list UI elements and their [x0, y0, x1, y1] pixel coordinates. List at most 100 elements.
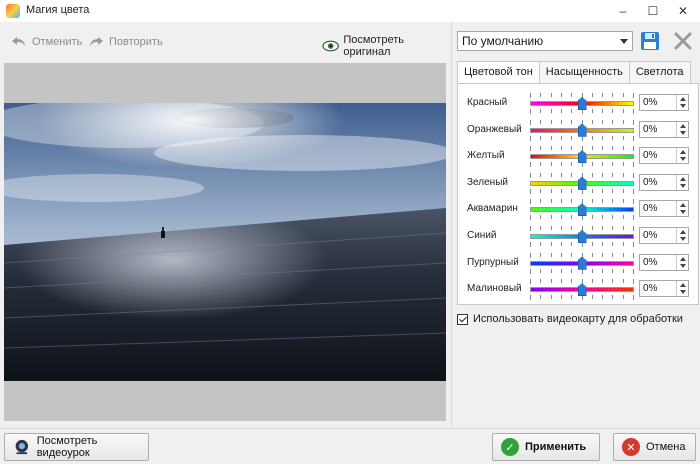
undo-label: Отменить — [32, 36, 83, 48]
spin-up-icon[interactable] — [680, 203, 686, 208]
redo-button[interactable]: Повторить — [87, 34, 163, 50]
spin-down-icon[interactable] — [680, 263, 686, 268]
spin-buttons[interactable] — [676, 148, 688, 164]
adjustment-slider[interactable] — [530, 146, 634, 168]
value-spinbox[interactable]: 0% — [639, 200, 689, 218]
delete-preset-icon[interactable] — [673, 31, 693, 51]
maximize-button[interactable]: ☐ — [638, 0, 668, 22]
value-spinbox[interactable]: 0% — [639, 120, 689, 138]
value-text: 0% — [643, 150, 658, 162]
adjustment-label: Пурпурный — [467, 256, 519, 268]
chevron-down-icon — [620, 39, 628, 44]
spin-buttons[interactable] — [676, 228, 688, 243]
tab-saturation[interactable]: Насыщенность — [538, 61, 630, 83]
view-original-label: Посмотреть оригинал — [343, 34, 404, 58]
title-bar: Магия цвета – ☐ ✕ — [0, 0, 700, 22]
value-spinbox[interactable]: 0% — [639, 227, 689, 244]
adjustment-slider[interactable] — [530, 226, 634, 247]
preset-value: По умолчанию — [462, 34, 544, 48]
value-text: 0% — [643, 230, 658, 241]
slider-thumb[interactable] — [577, 123, 587, 137]
watch-video-label: Посмотреть видеоурок — [36, 435, 98, 459]
undo-button[interactable]: Отменить — [10, 34, 82, 50]
spin-up-icon[interactable] — [680, 256, 686, 261]
cancel-button[interactable]: ✕ Отмена — [613, 433, 696, 461]
adjustment-slider[interactable] — [530, 279, 634, 301]
spin-buttons[interactable] — [676, 201, 688, 217]
adjustment-row: Зеленый 0% — [458, 170, 700, 196]
spin-up-icon[interactable] — [680, 283, 686, 288]
spin-buttons[interactable] — [676, 174, 688, 190]
undo-icon — [12, 37, 25, 47]
tab-lightness[interactable]: Светлота — [628, 61, 691, 83]
value-text: 0% — [643, 176, 658, 188]
adjustment-label: Желтый — [467, 150, 505, 162]
adjustment-slider[interactable] — [530, 199, 634, 221]
spin-down-icon[interactable] — [680, 130, 686, 135]
slider-thumb[interactable] — [577, 97, 587, 110]
adjustment-label: Оранжевый — [467, 123, 522, 135]
spin-buttons[interactable] — [676, 95, 688, 110]
spin-up-icon[interactable] — [680, 176, 686, 181]
apply-label: Применить — [525, 441, 587, 453]
redo-label: Повторить — [109, 36, 163, 48]
tab-bar: Цветовой тон Насыщенность Светлота — [457, 61, 691, 84]
spin-down-icon[interactable] — [680, 290, 686, 295]
watch-video-button[interactable]: Посмотреть видеоурок — [4, 433, 149, 461]
slider-thumb[interactable] — [577, 150, 587, 164]
adjustment-label: Малиновый — [467, 283, 522, 295]
redo-icon — [90, 37, 103, 47]
slider-thumb[interactable] — [577, 283, 587, 297]
adjustment-row: Аквамарин 0% — [458, 196, 700, 222]
tab-hue[interactable]: Цветовой тон — [457, 61, 540, 84]
slider-thumb[interactable] — [577, 230, 587, 243]
spin-buttons[interactable] — [676, 254, 688, 270]
value-spinbox[interactable]: 0% — [639, 173, 689, 191]
adjustment-label: Аквамарин — [467, 203, 518, 215]
gpu-label: Использовать видеокарту для обработки — [473, 313, 683, 325]
adjustment-slider[interactable] — [530, 172, 634, 194]
value-text: 0% — [643, 123, 658, 135]
gpu-option[interactable]: Использовать видеокарту для обработки — [457, 313, 683, 325]
adjustment-row: Оранжевый 0% — [458, 117, 700, 143]
minimize-button[interactable]: – — [608, 0, 638, 22]
adjustment-label: Зеленый — [467, 176, 508, 188]
slider-thumb[interactable] — [577, 203, 587, 217]
adjustment-row: Красный 0% — [458, 90, 700, 116]
adjustment-row: Синий 0% — [458, 223, 700, 249]
spin-up-icon[interactable] — [680, 150, 686, 155]
close-window-button[interactable]: ✕ — [668, 0, 698, 22]
apply-button[interactable]: ✓ Применить — [492, 433, 600, 461]
spin-down-icon[interactable] — [680, 183, 686, 188]
value-spinbox[interactable]: 0% — [639, 253, 689, 271]
spin-up-icon[interactable] — [680, 97, 686, 101]
value-spinbox[interactable]: 0% — [639, 94, 689, 111]
value-spinbox[interactable]: 0% — [639, 280, 689, 298]
bottom-bar: Посмотреть видеоурок ✓ Применить ✕ Отмен… — [0, 428, 700, 464]
spin-up-icon[interactable] — [680, 123, 686, 128]
preset-dropdown[interactable]: По умолчанию — [457, 31, 633, 51]
spin-up-icon[interactable] — [680, 230, 686, 234]
spin-down-icon[interactable] — [680, 104, 686, 108]
gpu-checkbox[interactable] — [457, 313, 468, 325]
cancel-label: Отмена — [646, 441, 686, 453]
value-text: 0% — [643, 283, 658, 295]
spin-down-icon[interactable] — [680, 210, 686, 215]
window-title: Магия цвета — [26, 4, 90, 16]
slider-thumb[interactable] — [577, 256, 587, 270]
view-original-button[interactable]: Посмотреть оригинал — [322, 34, 450, 58]
value-text: 0% — [643, 97, 658, 108]
settings-panel: По умолчанию Цветовой тон Насыщенность С… — [451, 22, 700, 428]
photo-preview — [4, 63, 446, 421]
spin-buttons[interactable] — [676, 121, 688, 137]
save-preset-icon[interactable] — [640, 31, 660, 51]
app-icon — [6, 4, 20, 18]
value-spinbox[interactable]: 0% — [639, 147, 689, 165]
adjustment-slider[interactable] — [530, 119, 634, 141]
adjustment-slider[interactable] — [530, 252, 634, 274]
adjustment-slider[interactable] — [530, 93, 634, 114]
spin-down-icon[interactable] — [680, 237, 686, 241]
spin-down-icon[interactable] — [680, 157, 686, 162]
slider-thumb[interactable] — [577, 176, 587, 190]
spin-buttons[interactable] — [676, 281, 688, 297]
